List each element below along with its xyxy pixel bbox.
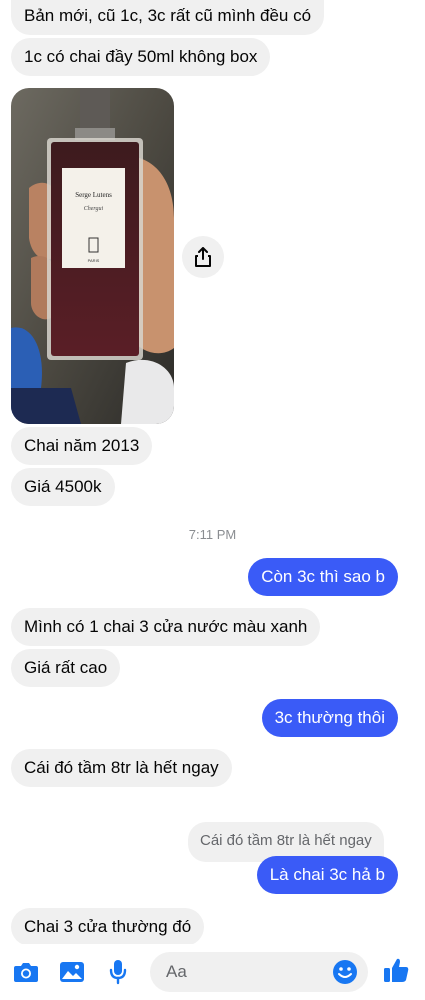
camera-button[interactable]	[12, 958, 40, 986]
gallery-button[interactable]	[58, 958, 86, 986]
camera-icon	[14, 963, 38, 982]
perfume-photo: Serge Lutens Chergui PARIS	[11, 88, 174, 424]
share-icon	[195, 247, 211, 267]
label-brand: Serge Lutens	[75, 191, 112, 199]
microphone-icon	[109, 960, 127, 985]
label-name: Chergui	[84, 206, 104, 212]
incoming-message[interactable]: Chai 3 cửa thường đó	[11, 908, 205, 946]
like-button[interactable]	[382, 956, 410, 984]
photo-attachment[interactable]: Serge Lutens Chergui PARIS	[11, 88, 174, 424]
incoming-message[interactable]: Giá rất cao	[11, 649, 121, 687]
emoji-icon[interactable]	[332, 959, 358, 985]
message-timestamp: 7:11 PM	[188, 527, 237, 542]
incoming-message[interactable]: Giá 4500k	[11, 468, 115, 506]
incoming-message[interactable]: Mình có 1 chai 3 cửa nước màu xanh	[11, 608, 321, 646]
incoming-message[interactable]: Bản mới, cũ 1c, 3c rất cũ mình đều có	[11, 0, 325, 35]
message-input[interactable]: Aa	[150, 952, 368, 992]
message-composer: Aa	[0, 944, 425, 1000]
thumbs-up-icon	[384, 958, 409, 982]
incoming-message[interactable]: 1c có chai đầy 50ml không box	[11, 38, 271, 76]
outgoing-message[interactable]: Là chai 3c hả b	[256, 856, 398, 894]
image-icon	[60, 962, 84, 982]
voice-button[interactable]	[104, 958, 132, 986]
share-button[interactable]	[182, 236, 224, 278]
incoming-message[interactable]: Cái đó tầm 8tr là hết ngay	[11, 749, 232, 787]
outgoing-message[interactable]: Còn 3c thì sao b	[248, 558, 398, 596]
outgoing-message[interactable]: 3c thường thôi	[261, 699, 398, 737]
message-input-placeholder: Aa	[166, 962, 187, 981]
label-city: PARIS	[88, 258, 100, 263]
incoming-message[interactable]: Chai năm 2013	[11, 427, 153, 465]
